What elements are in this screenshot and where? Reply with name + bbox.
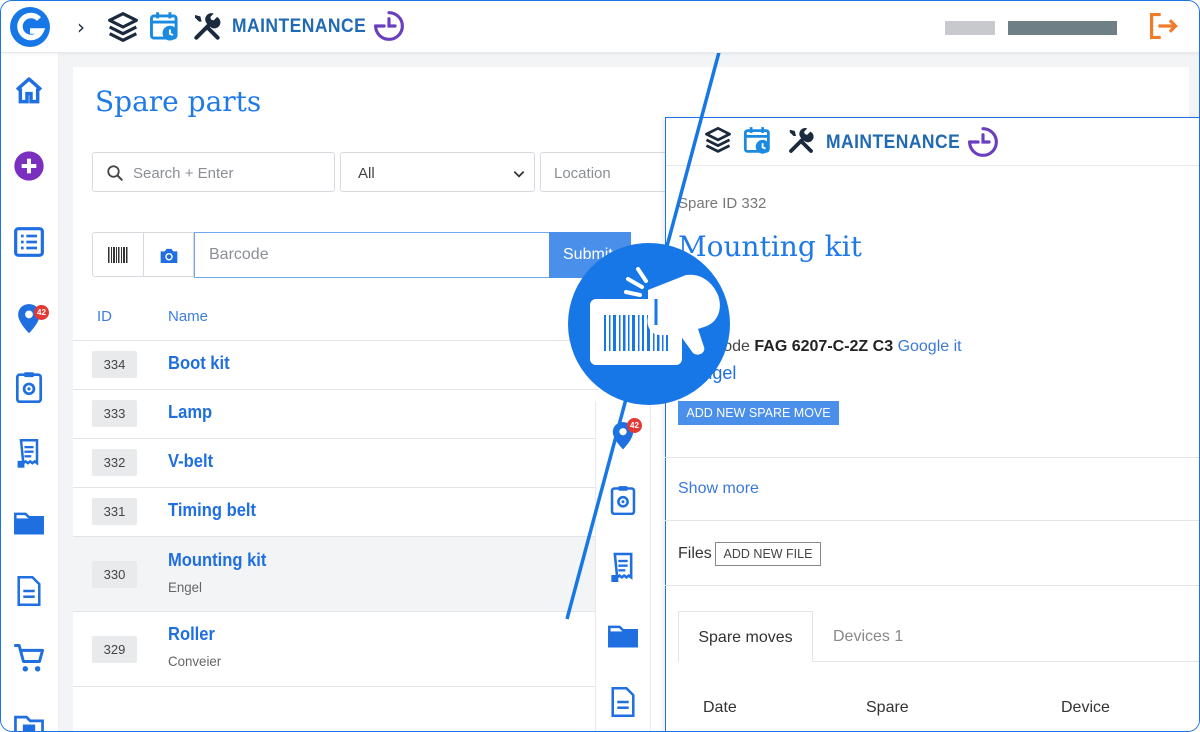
files-label: Files xyxy=(678,545,712,562)
row-divider xyxy=(73,686,599,687)
column-header-date[interactable]: Date xyxy=(703,699,737,717)
row-id: 334 xyxy=(92,351,137,378)
row-subtitle: Conveier xyxy=(168,653,222,669)
row-name[interactable]: Roller xyxy=(168,624,215,645)
folder-icon[interactable] xyxy=(13,507,45,539)
tab-spare-moves[interactable]: Spare moves xyxy=(678,611,813,662)
row-name[interactable]: Boot kit xyxy=(168,353,230,374)
column-header-device[interactable]: Device xyxy=(1061,699,1110,717)
table-row[interactable]: 329 Roller Conveier xyxy=(73,612,599,686)
notification-badge: 42 xyxy=(34,305,49,320)
calendar-clock-icon[interactable] xyxy=(743,126,773,156)
top-bar: › MAINTENANCE xyxy=(1,1,1199,53)
redacted-user-name xyxy=(945,21,995,35)
search-field[interactable] xyxy=(92,152,335,192)
app-title: MAINTENANCE xyxy=(826,132,961,153)
row-id: 331 xyxy=(92,498,137,525)
add-file-button[interactable]: ADD NEW FILE xyxy=(715,542,821,566)
filter-value: All xyxy=(358,165,375,182)
table-row[interactable]: 333 Lamp xyxy=(73,390,599,438)
list-icon[interactable] xyxy=(13,226,45,258)
add-circle-icon[interactable] xyxy=(13,150,45,182)
table-row-selected[interactable]: 330 Mounting kit Engel xyxy=(73,537,599,611)
row-name[interactable]: Lamp xyxy=(168,402,212,423)
spare-id: Spare ID 332 xyxy=(678,195,767,212)
divider xyxy=(143,233,144,276)
chevron-down-icon xyxy=(513,171,525,178)
detail-topbar: MAINTENANCE xyxy=(666,118,1199,166)
table-row[interactable]: 332 V-belt xyxy=(73,439,599,487)
show-more-link[interactable]: Show more xyxy=(678,480,759,498)
gear-clipboard-icon[interactable] xyxy=(609,485,637,515)
layers-icon[interactable] xyxy=(107,11,139,43)
clock-icon[interactable] xyxy=(372,9,406,43)
archive-icon[interactable] xyxy=(13,711,45,732)
tabs-underline xyxy=(813,661,1199,662)
google-it-link[interactable]: Google it xyxy=(898,338,962,355)
tools-icon[interactable] xyxy=(786,126,816,156)
barcode-mode-buttons xyxy=(92,232,194,277)
search-icon xyxy=(107,165,123,181)
document-icon[interactable] xyxy=(610,686,636,718)
left-sidebar: 42 xyxy=(1,53,59,732)
filter-select[interactable]: All xyxy=(340,152,535,192)
section-divider xyxy=(665,585,1199,586)
tools-icon[interactable] xyxy=(191,11,223,43)
barcode-icon[interactable] xyxy=(108,247,128,263)
row-name[interactable]: Timing belt xyxy=(168,500,256,521)
table-row[interactable]: 334 Boot kit xyxy=(73,341,599,389)
redacted-company-name xyxy=(1008,21,1117,35)
row-name[interactable]: Mounting kit xyxy=(168,550,266,571)
row-id: 330 xyxy=(92,561,137,588)
barcode-scanner-icon xyxy=(590,267,720,365)
column-header-name[interactable]: Name xyxy=(168,308,208,325)
barcode-scanner-badge xyxy=(568,243,730,405)
logo-icon[interactable] xyxy=(9,6,51,48)
search-input[interactable] xyxy=(133,161,323,185)
tab-devices[interactable]: Devices 1 xyxy=(833,628,903,646)
notification-badge: 42 xyxy=(627,418,642,433)
gear-clipboard-icon[interactable] xyxy=(13,371,45,403)
row-id: 329 xyxy=(92,636,137,663)
barcode-field[interactable] xyxy=(194,232,550,278)
row-subtitle: Engel xyxy=(168,579,203,595)
calendar-clock-icon[interactable] xyxy=(149,11,181,43)
cart-icon[interactable] xyxy=(13,643,45,675)
table-row[interactable]: 331 Timing belt xyxy=(73,488,599,536)
manufacturer-code: FAG 6207-C-2Z C3 xyxy=(754,338,894,355)
location-input[interactable] xyxy=(554,161,674,185)
logout-icon[interactable] xyxy=(1147,10,1179,42)
location-field[interactable] xyxy=(540,152,680,192)
folder-icon[interactable] xyxy=(607,623,639,649)
barcode-input[interactable] xyxy=(209,243,529,267)
receipt-icon[interactable] xyxy=(609,551,637,585)
receipt-icon[interactable] xyxy=(13,438,45,470)
section-divider xyxy=(665,520,1199,521)
row-name[interactable]: V-belt xyxy=(168,451,213,472)
app-title: MAINTENANCE xyxy=(232,16,367,37)
row-id: 333 xyxy=(92,400,137,427)
row-id: 332 xyxy=(92,449,137,476)
page-title: Spare parts xyxy=(95,85,262,118)
home-icon[interactable] xyxy=(13,75,45,107)
section-divider xyxy=(665,457,1199,458)
column-header-spare[interactable]: Spare xyxy=(866,699,909,717)
document-icon[interactable] xyxy=(13,575,45,607)
layers-icon[interactable] xyxy=(704,126,732,156)
app-window: Spare parts All Submit ID Name 334 Boot … xyxy=(0,0,1200,732)
clock-icon[interactable] xyxy=(966,125,1000,159)
column-header-id[interactable]: ID xyxy=(97,308,112,325)
camera-icon[interactable] xyxy=(159,247,179,264)
detail-sidebar: 42 xyxy=(595,401,651,731)
chevron-right-icon: › xyxy=(77,15,85,39)
